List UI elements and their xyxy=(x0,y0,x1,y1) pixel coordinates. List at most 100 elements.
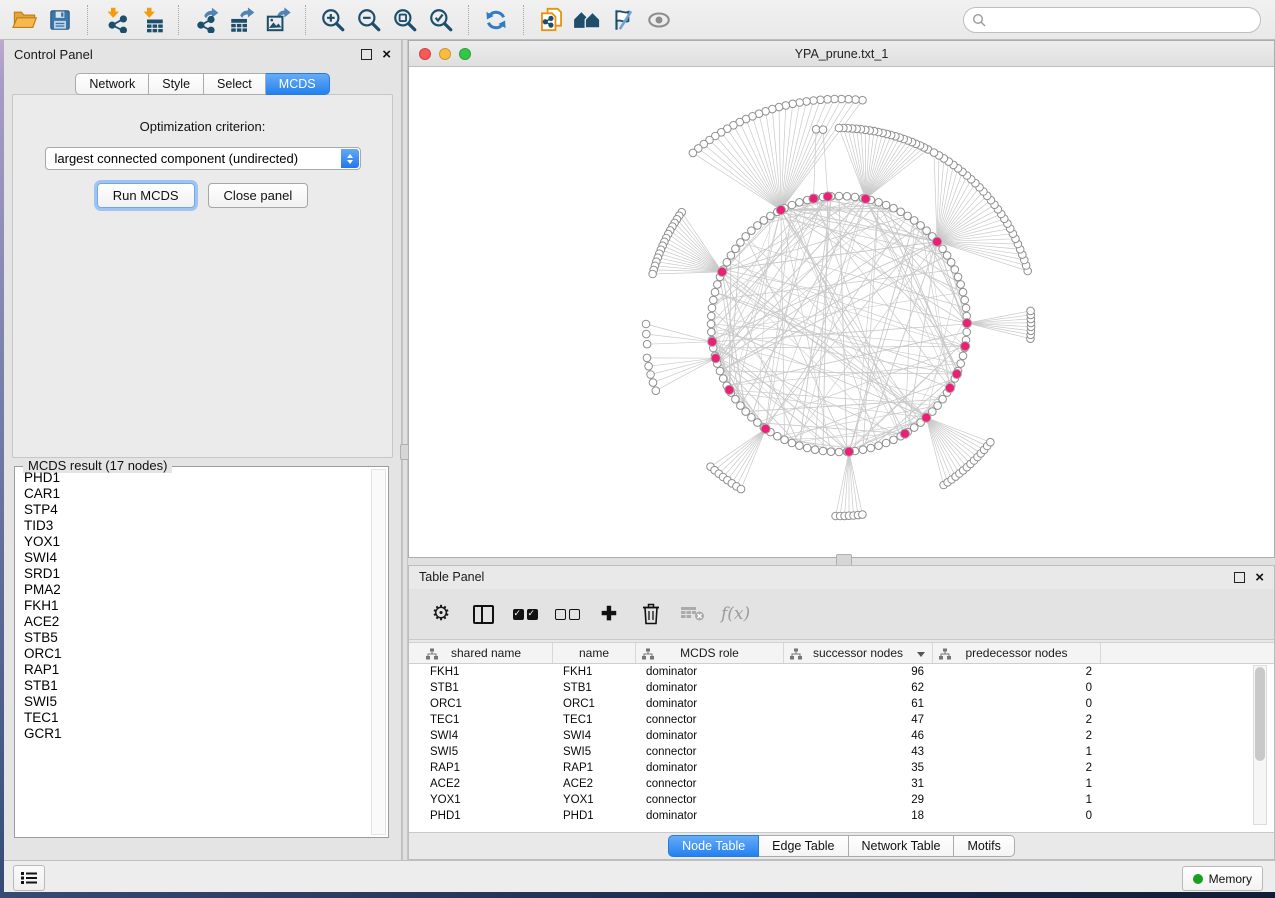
tab-network[interactable]: Network xyxy=(75,73,149,95)
column-visibility-button[interactable] xyxy=(469,598,497,630)
close-panel-icon[interactable]: × xyxy=(382,50,391,59)
flag-slash-icon xyxy=(610,7,636,33)
export-network-button[interactable] xyxy=(188,3,224,37)
save-session-button[interactable] xyxy=(42,3,78,37)
tab-style[interactable]: Style xyxy=(149,73,204,95)
mcds-result-item[interactable]: YOX1 xyxy=(17,534,372,550)
deselect-all-button[interactable] xyxy=(553,598,581,630)
refresh-button[interactable] xyxy=(478,3,514,37)
select-all-button[interactable] xyxy=(511,598,539,630)
tab-select[interactable]: Select xyxy=(204,73,266,95)
tab-node-table[interactable]: Node Table xyxy=(668,835,759,857)
export-image-button[interactable] xyxy=(260,3,296,37)
mcds-result-item[interactable]: STB5 xyxy=(17,630,372,646)
table-row[interactable]: SWI4SWI4dominator462 xyxy=(420,728,1274,744)
search-icon xyxy=(972,13,986,27)
column-header-successor-nodes[interactable]: successor nodes xyxy=(784,643,933,663)
table-export-icon xyxy=(229,6,256,33)
zoom-selected-button[interactable] xyxy=(423,3,459,37)
unchecked-checkbox-icon xyxy=(569,609,580,620)
mcds-result-item[interactable]: FKH1 xyxy=(17,598,372,614)
mcds-result-item[interactable]: TID3 xyxy=(17,518,372,534)
scrollbar-thumb[interactable] xyxy=(1255,667,1265,761)
column-panel-icon xyxy=(473,605,494,624)
houses-icon xyxy=(573,6,602,33)
clone-network-button[interactable] xyxy=(533,3,569,37)
memory-button[interactable]: Memory xyxy=(1182,866,1263,891)
dropdown-value: largest connected component (undirected) xyxy=(55,151,299,166)
mcds-result-item[interactable]: SWI5 xyxy=(17,694,372,710)
network-titlebar[interactable]: YPA_prune.txt_1 xyxy=(409,41,1274,67)
plus-icon: ✚ xyxy=(601,603,617,626)
mcds-result-item[interactable]: STB1 xyxy=(17,678,372,694)
zoom-selected-icon xyxy=(428,7,454,33)
mcds-result-item[interactable]: SRD1 xyxy=(17,566,372,582)
tab-mcds[interactable]: MCDS xyxy=(266,73,330,95)
zoom-fit-button[interactable] xyxy=(387,3,423,37)
attribute-icon xyxy=(642,648,654,660)
mcds-result-item[interactable]: GCR1 xyxy=(17,726,372,742)
table-row[interactable]: PHD1PHD1dominator180 xyxy=(420,808,1274,824)
zoom-out-button[interactable] xyxy=(351,3,387,37)
zoom-fit-icon xyxy=(392,7,418,33)
column-header-shared-name[interactable]: shared name xyxy=(420,643,553,663)
zoom-out-icon xyxy=(356,7,382,33)
open-session-button[interactable] xyxy=(6,3,42,37)
table-row[interactable]: FKH1FKH1dominator962 xyxy=(420,664,1274,680)
network-canvas[interactable] xyxy=(409,67,1274,558)
mcds-result-list: PHD1CAR1STP4TID3YOX1SWI4SRD1PMA2FKH1ACE2… xyxy=(17,470,372,834)
column-header-predecessor-nodes[interactable]: predecessor nodes xyxy=(933,643,1101,663)
mcds-result-item[interactable]: PMA2 xyxy=(17,582,372,598)
optimization-criterion-select[interactable]: largest connected component (undirected) xyxy=(45,147,361,170)
table-row[interactable]: STB1STB1dominator620 xyxy=(420,680,1274,696)
task-history-button[interactable] xyxy=(13,865,45,891)
float-panel-icon[interactable] xyxy=(361,49,372,60)
delete-table-button[interactable] xyxy=(679,598,707,630)
import-network-button[interactable] xyxy=(97,3,133,37)
table-scrollbar[interactable] xyxy=(1253,665,1267,825)
table-row[interactable]: YOX1YOX1connector291 xyxy=(420,792,1274,808)
zoom-in-icon xyxy=(320,7,346,33)
column-header-MCDS-role[interactable]: MCDS role xyxy=(636,643,784,663)
mcds-list-scrollbar[interactable] xyxy=(371,469,386,835)
export-table-button[interactable] xyxy=(224,3,260,37)
float-panel-icon[interactable] xyxy=(1234,572,1245,583)
show-graphics-button[interactable] xyxy=(641,3,677,37)
function-builder-button[interactable]: f(x) xyxy=(721,598,750,630)
search-input[interactable] xyxy=(992,11,1252,28)
mcds-result-item[interactable]: PHD1 xyxy=(17,470,372,486)
mcds-result-item[interactable]: SWI4 xyxy=(17,550,372,566)
table-toolbar: ⚙ ✚ xyxy=(409,589,1274,640)
tab-motifs[interactable]: Motifs xyxy=(954,835,1014,857)
mcds-result-item[interactable]: ACE2 xyxy=(17,614,372,630)
table-row[interactable]: ACE2ACE2connector311 xyxy=(420,776,1274,792)
table-row[interactable]: TEC1TEC1connector472 xyxy=(420,712,1274,728)
tab-network-table[interactable]: Network Table xyxy=(849,835,955,857)
table-settings-button[interactable]: ⚙ xyxy=(427,598,455,630)
mcds-result-item[interactable]: RAP1 xyxy=(17,662,372,678)
run-mcds-button[interactable]: Run MCDS xyxy=(97,183,195,208)
table-row[interactable]: ORC1ORC1dominator610 xyxy=(420,696,1274,712)
mcds-result-item[interactable]: CAR1 xyxy=(17,486,372,502)
import-table-button[interactable] xyxy=(133,3,169,37)
table-row[interactable]: SWI5SWI5connector431 xyxy=(420,744,1274,760)
toolbar-separator xyxy=(305,5,306,35)
divider xyxy=(409,832,1274,833)
refresh-icon xyxy=(483,7,509,33)
mcds-result-item[interactable]: STP4 xyxy=(17,502,372,518)
hide-annotations-button[interactable] xyxy=(605,3,641,37)
first-neighbors-button[interactable] xyxy=(569,3,605,37)
toolbar-separator xyxy=(468,5,469,35)
close-panel-icon[interactable]: × xyxy=(1255,573,1264,582)
delete-button[interactable] xyxy=(637,598,665,630)
horizontal-splitter[interactable] xyxy=(408,558,1275,565)
close-panel-button[interactable]: Close panel xyxy=(208,183,309,208)
mcds-result-item[interactable]: TEC1 xyxy=(17,710,372,726)
tab-edge-table[interactable]: Edge Table xyxy=(759,835,848,857)
network-view-window: YPA_prune.txt_1 xyxy=(408,40,1275,558)
mcds-result-item[interactable]: ORC1 xyxy=(17,646,372,662)
add-button[interactable]: ✚ xyxy=(595,598,623,630)
zoom-in-button[interactable] xyxy=(315,3,351,37)
column-header-name[interactable]: name xyxy=(553,643,636,663)
table-row[interactable]: RAP1RAP1dominator352 xyxy=(420,760,1274,776)
